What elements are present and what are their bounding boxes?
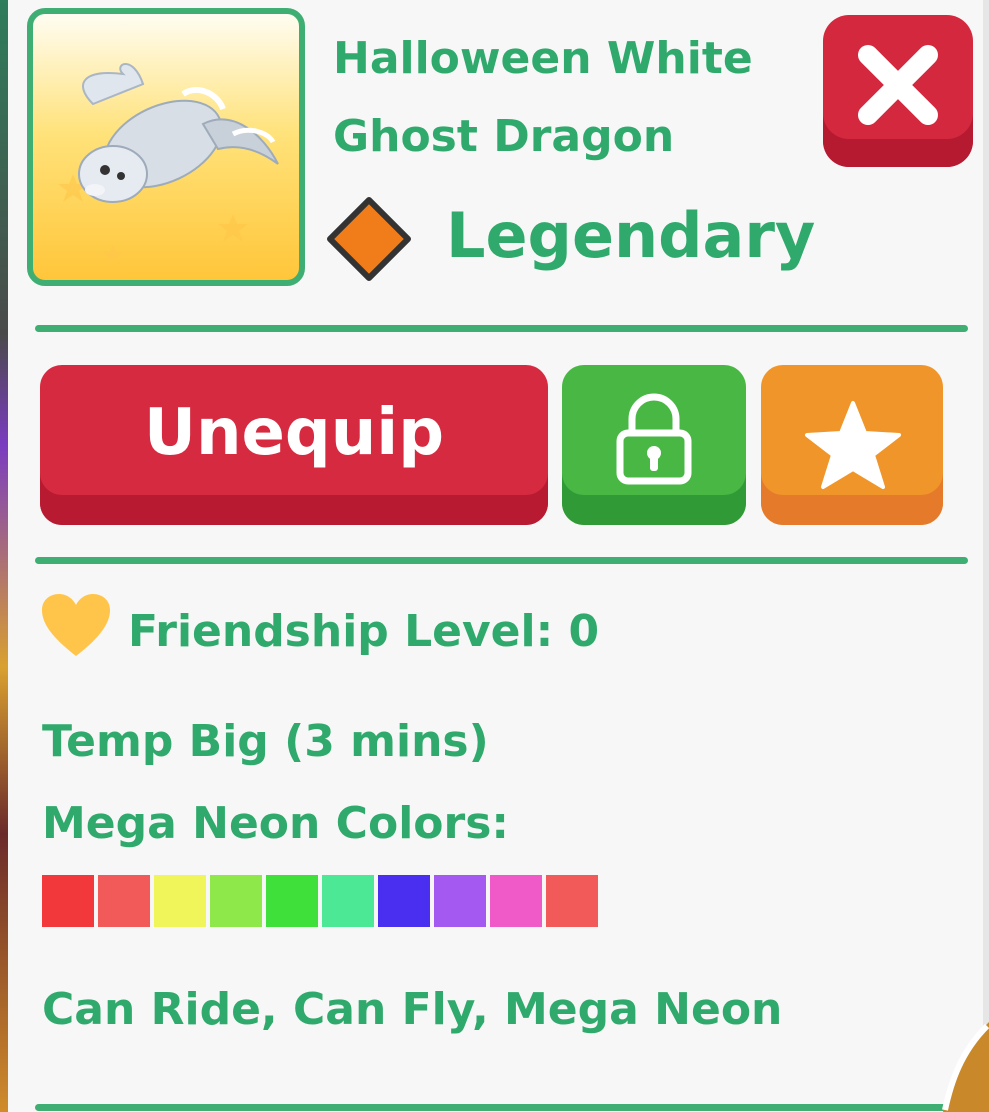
pet-name-line2: Ghost Dragon [333,111,675,162]
color-swatch [490,875,542,927]
divider [35,325,968,332]
pet-info-panel: Halloween White Ghost Dragon Legendary U… [0,0,989,1112]
pet-name-line1: Halloween White [333,33,753,84]
color-swatch [154,875,206,927]
color-swatch [98,875,150,927]
temp-big-label: Temp Big (3 mins) [42,716,489,767]
pet-name: Halloween White Ghost Dragon [333,20,813,176]
color-swatch [266,875,318,927]
close-button[interactable] [823,15,973,167]
color-swatch [546,875,598,927]
close-icon [858,45,938,125]
divider [35,1104,968,1111]
color-swatch [378,875,430,927]
divider [35,557,968,564]
background-edge [0,0,8,1112]
pet-image [27,8,305,286]
unequip-button[interactable]: Unequip [40,365,548,525]
unequip-label: Unequip [143,396,445,470]
lock-button[interactable] [562,365,746,525]
page-curl-icon [942,1022,989,1112]
favorite-button[interactable] [761,365,943,525]
color-swatches [42,875,598,927]
background-edge-right [983,0,989,1112]
abilities-label: Can Ride, Can Fly, Mega Neon [42,984,783,1035]
friendship-level: Friendship Level: 0 [128,606,600,657]
heart-icon [42,594,110,656]
mega-neon-colors-label: Mega Neon Colors: [42,798,509,849]
ghost-dragon-icon [58,63,279,264]
rarity-diamond-icon [327,197,411,281]
color-swatch [210,875,262,927]
color-swatch [42,875,94,927]
color-swatch [434,875,486,927]
color-swatch [322,875,374,927]
lock-icon [616,393,692,485]
star-icon [805,401,901,489]
rarity-label: Legendary [446,199,816,272]
